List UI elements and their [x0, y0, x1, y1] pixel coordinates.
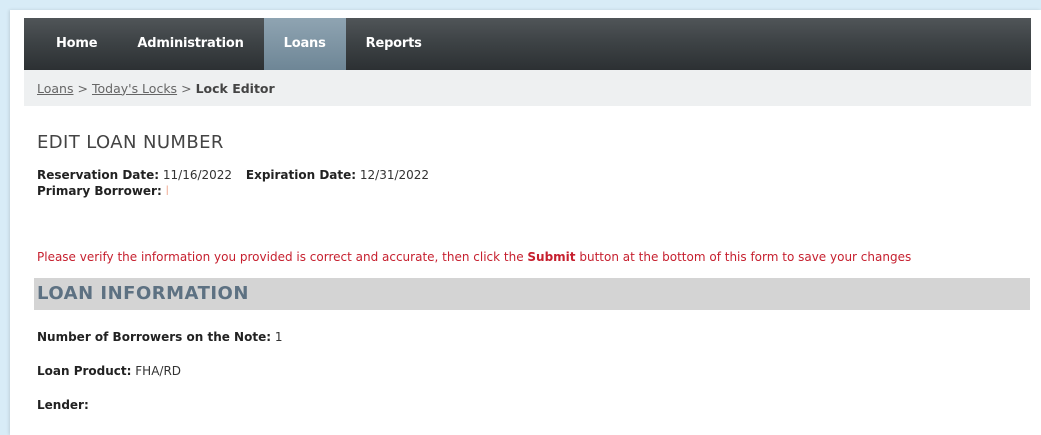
loan-information-header: LOAN INFORMATION	[34, 278, 1030, 310]
breadcrumb-link-todays-locks[interactable]: Today's Locks	[92, 81, 177, 96]
borrowers-count-value: 1	[274, 330, 283, 344]
reservation-date-label: Reservation Date:	[37, 168, 160, 182]
notice-text-after: button at the bottom of this form to sav…	[575, 250, 912, 264]
breadcrumb-separator: >	[77, 80, 88, 96]
page-title: EDIT LOAN NUMBER	[37, 132, 224, 153]
expiration-date-label: Expiration Date:	[245, 168, 357, 182]
verification-notice: Please verify the information you provid…	[37, 250, 1027, 264]
borrower-row: Primary Borrower: l	[37, 183, 1027, 199]
breadcrumb: Loans > Today's Locks > Lock Editor	[24, 70, 1031, 106]
top-nav: Home Administration Loans Reports	[24, 18, 1031, 76]
loan-product-field: Loan Product: FHA/RD	[37, 364, 1027, 378]
reservation-meta: Reservation Date: 11/16/2022 Expiration …	[37, 167, 1027, 199]
borrowers-count-label: Number of Borrowers on the Note:	[37, 330, 272, 344]
primary-borrower-label: Primary Borrower:	[37, 184, 162, 198]
tab-home[interactable]: Home	[24, 18, 117, 70]
breadcrumb-link-loans[interactable]: Loans	[37, 81, 74, 96]
main-content: EDIT LOAN NUMBER Reservation Date: 11/16…	[34, 106, 1030, 412]
loan-product-value: FHA/RD	[135, 364, 182, 378]
tab-reports[interactable]: Reports	[346, 18, 442, 70]
breadcrumb-current: Lock Editor	[195, 80, 275, 96]
breadcrumb-separator: >	[181, 80, 192, 96]
expiration-date-value: 12/31/2022	[359, 168, 430, 182]
notice-text-before: Please verify the information you provid…	[37, 250, 528, 264]
loan-product-label: Loan Product:	[37, 364, 132, 378]
lender-field: Lender:	[37, 398, 1027, 412]
primary-borrower-value: l	[165, 184, 169, 198]
lender-label: Lender:	[37, 398, 89, 412]
tab-loans[interactable]: Loans	[263, 18, 346, 76]
borrowers-count-field: Number of Borrowers on the Note: 1	[37, 330, 1027, 344]
reservation-date-value: 11/16/2022	[162, 168, 233, 182]
date-row: Reservation Date: 11/16/2022 Expiration …	[37, 167, 1027, 183]
notice-submit-emphasis: Submit	[527, 250, 576, 264]
tab-administration[interactable]: Administration	[117, 18, 263, 70]
